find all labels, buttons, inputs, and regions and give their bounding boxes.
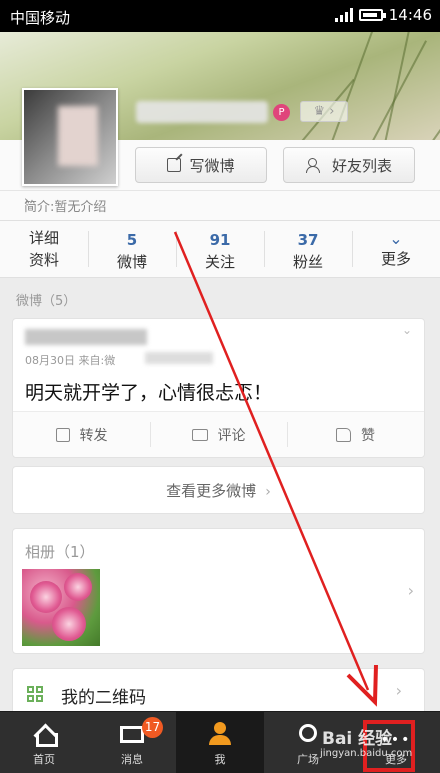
post-text: 明天就开学了，心情很忐忑！ <box>25 382 273 404</box>
avatar[interactable] <box>22 88 118 186</box>
post-source-blurred <box>145 352 213 364</box>
thumbs-up-icon <box>336 427 351 442</box>
stats-bar: 详细 资料 5 微博 91 关注 37 粉丝 ⌄ 更多 <box>0 220 440 278</box>
comment-icon <box>191 428 208 441</box>
repost-button[interactable]: 转发 <box>13 412 150 457</box>
post-actions: 转发 评论 赞 <box>13 411 424 457</box>
search-icon <box>299 724 317 742</box>
qr-code-icon <box>27 686 43 702</box>
stat-fans[interactable]: 37 粉丝 <box>264 221 352 277</box>
posts-label: 微博 <box>116 253 147 271</box>
compose-button-label: 写微博 <box>189 156 235 175</box>
messages-badge: 17 <box>142 717 163 738</box>
following-count: 91 <box>209 231 231 249</box>
chevron-down-icon: ⌄ <box>389 229 403 248</box>
stat-more[interactable]: ⌄ 更多 <box>352 221 440 277</box>
stat-posts[interactable]: 5 微博 <box>88 221 176 277</box>
carrier-name: 中国移动 <box>10 9 71 27</box>
post-card[interactable]: ⌄ 08月30日 来自:微 明天就开学了，心情很忐忑！ 转发 评论 赞 <box>12 318 425 458</box>
profile-intro-row[interactable]: 简介:暂无介绍 › <box>0 190 440 218</box>
nav-me[interactable]: 我 <box>176 712 264 773</box>
nav-home[interactable]: 首页 <box>0 712 88 773</box>
mail-icon <box>120 726 144 743</box>
clock: 14:46 <box>388 6 432 24</box>
status-bar: 中国移动 14:46 <box>0 0 440 32</box>
chevron-right-icon: › <box>407 581 414 600</box>
chevron-right-icon: › <box>24 194 30 209</box>
more-posts-label: 查看更多微博 <box>166 482 257 500</box>
nav-home-label: 首页 <box>33 753 55 766</box>
nav-messages[interactable]: 消息 <box>88 712 176 773</box>
comment-label: 评论 <box>217 427 246 444</box>
username-blurred <box>136 101 268 123</box>
friends-list-label: 好友列表 <box>331 156 392 175</box>
edit-icon <box>167 158 182 172</box>
baidu-watermark: Bai 经验 <box>322 729 393 749</box>
fans-label: 粉丝 <box>292 253 323 271</box>
weibo-section-header: 微博（5） <box>16 294 77 309</box>
signal-icon <box>334 8 353 22</box>
level-badge[interactable]: ♛ › <box>300 101 348 122</box>
repost-icon <box>55 427 70 442</box>
stat-following[interactable]: 91 关注 <box>176 221 264 277</box>
baidu-watermark-url: jingyan.baidu.com <box>320 748 413 759</box>
battery-icon <box>358 9 386 21</box>
comment-button[interactable]: 评论 <box>150 412 287 457</box>
like-label: 赞 <box>361 427 375 444</box>
repost-label: 转发 <box>79 427 108 444</box>
more-posts-button[interactable]: 查看更多微博 › <box>12 466 425 514</box>
post-meta: 08月30日 来自:微 <box>25 354 116 367</box>
album-card[interactable]: 相册（1） › <box>12 528 425 654</box>
album-title: 相册（1） <box>25 543 95 561</box>
nav-me-label: 我 <box>214 753 226 766</box>
compose-button[interactable]: 写微博 <box>135 147 267 183</box>
like-button[interactable]: 赞 <box>287 412 424 457</box>
album-thumbnail[interactable] <box>22 569 100 646</box>
post-menu-chevron-icon[interactable]: ⌄ <box>402 323 412 337</box>
posts-count: 5 <box>126 231 138 249</box>
fans-count: 37 <box>297 231 319 249</box>
friends-list-button[interactable]: 好友列表 <box>283 147 415 183</box>
chevron-right-icon: › <box>265 484 271 500</box>
stat-details[interactable]: 详细 资料 <box>0 221 88 277</box>
person-icon <box>209 722 231 746</box>
people-icon <box>305 158 324 173</box>
more-label: 更多 <box>380 250 411 268</box>
post-author-blurred <box>25 329 147 345</box>
nav-messages-label: 消息 <box>121 753 143 766</box>
stat-details-line1: 详细 <box>28 229 59 247</box>
vip-icon[interactable]: P <box>273 104 290 121</box>
following-label: 关注 <box>204 253 235 271</box>
chevron-right-icon: › <box>395 681 402 700</box>
home-icon <box>33 724 58 747</box>
stat-details-line2: 资料 <box>28 251 59 269</box>
qr-code-label: 我的二维码 <box>61 688 146 708</box>
